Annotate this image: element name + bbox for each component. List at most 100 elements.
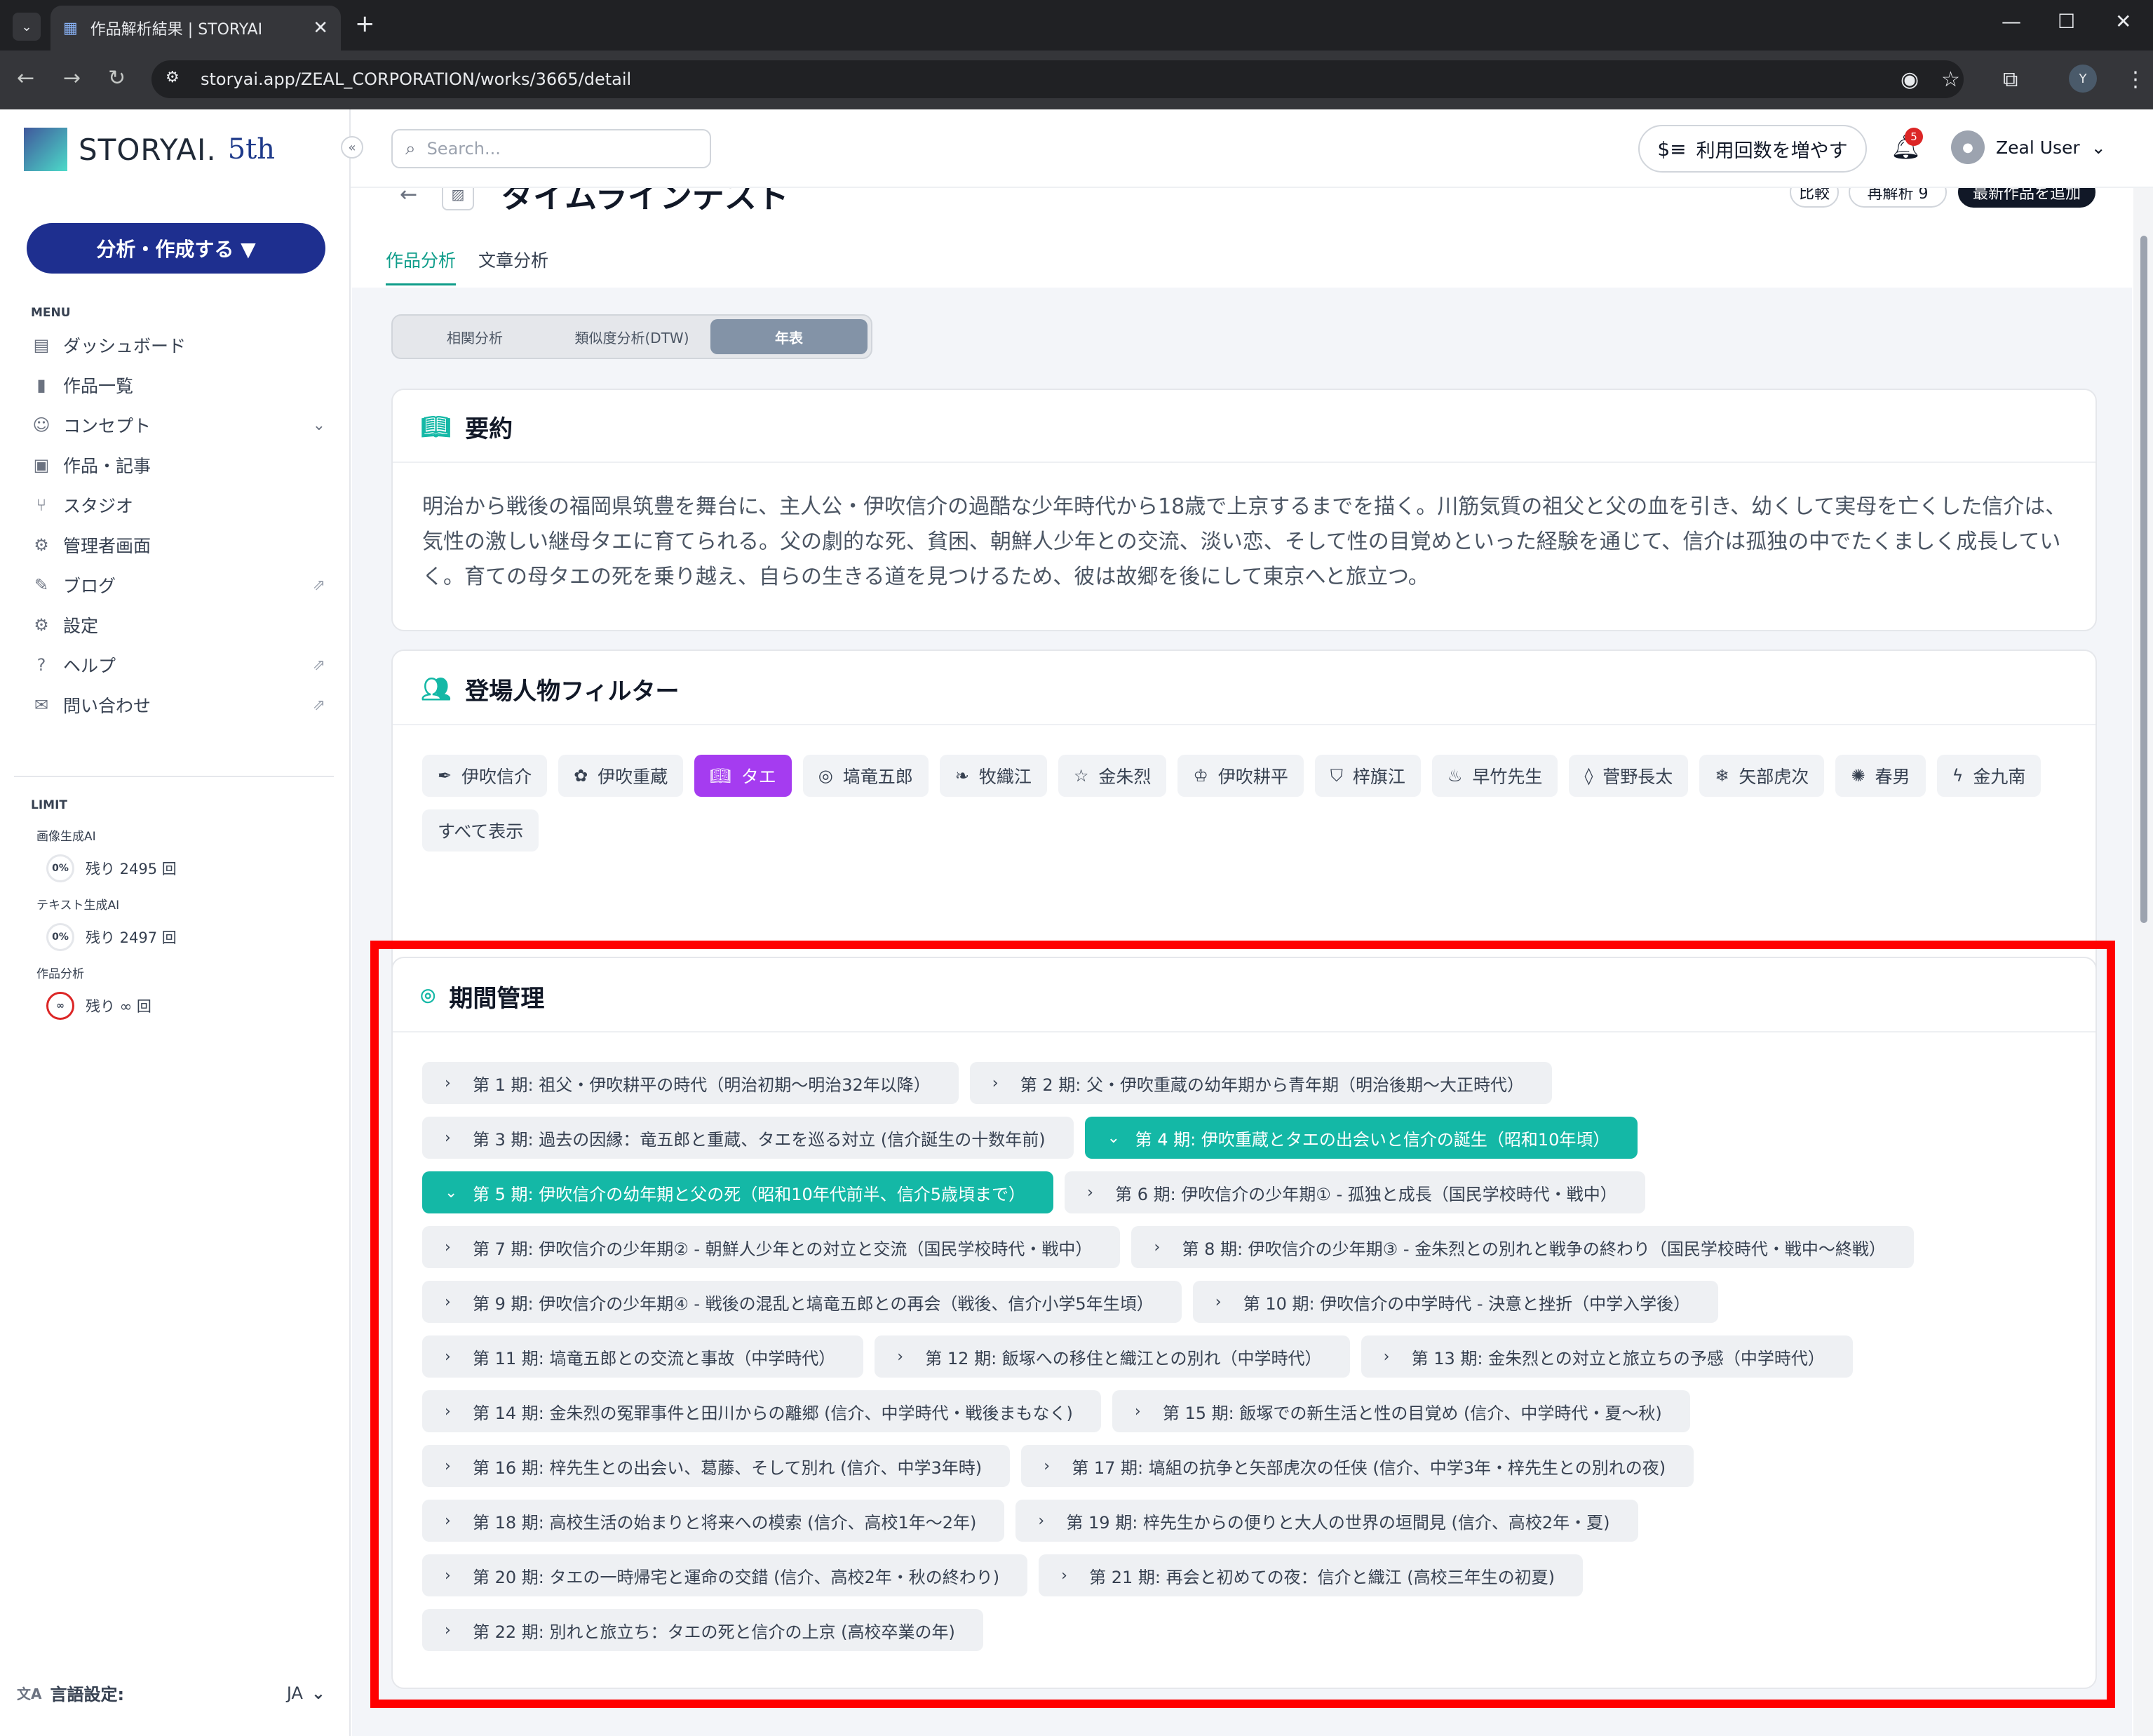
shield-icon: ⛉: [1330, 766, 1343, 786]
character-chip[interactable]: ❄ 矢部虎次: [1699, 755, 1825, 797]
limit-image-ai: 0% 残り 2495 回: [46, 854, 177, 882]
sidebar-item-help[interactable]: ? ヘルプ ⇗: [31, 650, 325, 680]
back-icon[interactable]: ←: [17, 66, 34, 90]
sidebar-item-articles[interactable]: ▣ 作品・記事: [31, 450, 325, 480]
sidebar-item-dashboard[interactable]: ▤ ダッシュボード: [31, 330, 325, 361]
limit-percent-ring: ∞: [46, 992, 74, 1020]
search-input[interactable]: ⌕ Search...: [391, 129, 711, 168]
back-arrow-icon[interactable]: ←: [400, 188, 417, 207]
bookmark-star-icon[interactable]: ☆: [1941, 67, 1960, 92]
character-chip-label: 早竹先生: [1472, 767, 1543, 787]
new-tab-button[interactable]: +: [355, 10, 375, 38]
character-chip[interactable]: ♔ 伊吹耕平: [1177, 755, 1304, 797]
character-chip[interactable]: ♨ 早竹先生: [1431, 755, 1558, 797]
sidebar-item-label: 作品一覧: [63, 376, 134, 396]
summary-card: 📖︎ 要約 明治から戦後の福岡県筑豊を舞台に、主人公・伊吹信介の過酷な少年時代か…: [391, 389, 2097, 631]
segment-timeline[interactable]: 年表: [710, 319, 868, 354]
search-icon: ⌕: [405, 137, 416, 159]
analyze-create-button[interactable]: 分析・作成する ▼: [27, 223, 325, 274]
external-link-icon: ⇗: [312, 576, 325, 594]
app-header: ⌕ Search... $≡ 利用回数を増やす 🔔︎ 5 ● Zeal User …: [351, 109, 2153, 188]
logo-mark-icon: [24, 128, 67, 171]
chevron-down-icon[interactable]: ⌄: [313, 417, 325, 434]
forward-icon[interactable]: →: [63, 66, 81, 90]
close-window-icon[interactable]: ✕: [2115, 10, 2131, 33]
character-chip-label: 金九南: [1973, 767, 2026, 787]
profile-avatar[interactable]: Y: [2069, 65, 2097, 93]
reanalyze-button[interactable]: 再解析 9: [1849, 188, 1947, 208]
character-chip[interactable]: 📖︎ タエ: [694, 755, 792, 797]
feather-icon: ✒: [438, 766, 452, 786]
segment-dtw[interactable]: 類似度分析(DTW): [553, 319, 710, 354]
limit-title: 画像生成AI: [36, 830, 96, 844]
close-tab-icon[interactable]: ✕: [313, 18, 328, 39]
compare-button[interactable]: 比較: [1790, 188, 1839, 208]
character-chip[interactable]: ϟ 金九南: [1936, 755, 2041, 797]
url-bar[interactable]: ⚙ storyai.app/ZEAL_CORPORATION/works/366…: [151, 60, 1964, 98]
sidebar-collapse-button[interactable]: «: [341, 136, 363, 159]
book-open-icon: 📖︎: [421, 412, 452, 441]
flower-icon: ✿: [574, 766, 588, 786]
add-latest-work-button[interactable]: 最新作品を追加: [1958, 188, 2095, 208]
reload-icon[interactable]: ↻: [108, 66, 126, 90]
browser-tab[interactable]: ▦ 作品解析結果 | STORYAI ✕: [50, 6, 341, 51]
tab-text-analysis[interactable]: 文章分析: [478, 247, 548, 283]
app-logo[interactable]: STORYAI. 5th: [24, 128, 275, 171]
sidebar-item-contact[interactable]: ✉ 問い合わせ ⇗: [31, 689, 325, 720]
increase-usage-label: 利用回数を増やす: [1696, 140, 1848, 162]
sidebar-item-blog[interactable]: ✎ ブログ ⇗: [31, 570, 325, 600]
language-value: JA: [286, 1683, 303, 1703]
favicon-icon: ▦: [63, 19, 78, 37]
increase-usage-button[interactable]: $≡ 利用回数を増やす: [1638, 125, 1867, 173]
sidebar: STORYAI. 5th « 分析・作成する ▼ MENU ▤ ダッシュボード ▮…: [0, 109, 363, 1736]
summary-text: 明治から戦後の福岡県筑豊を舞台に、主人公・伊吹信介の過酷な少年時代から18歳で上…: [422, 494, 2067, 589]
site-info-icon[interactable]: ⚙: [166, 69, 180, 86]
address-bar-row: ← → ↻ ⚙ storyai.app/ZEAL_CORPORATION/wor…: [0, 51, 2153, 109]
notification-bell-icon[interactable]: 🔔︎ 5: [1891, 128, 1923, 161]
limit-remaining: 残り ∞ 回: [86, 998, 151, 1015]
character-chip[interactable]: ⛉ 梓旗江: [1314, 755, 1421, 797]
segment-correlation[interactable]: 相関分析: [396, 319, 553, 354]
flame-icon: ♨: [1447, 766, 1463, 786]
character-chip[interactable]: ✿ 伊吹重蔵: [558, 755, 684, 797]
dashboard-icon: ▤: [33, 335, 50, 355]
scrollbar-thumb[interactable]: [2140, 236, 2147, 923]
minimize-icon[interactable]: —: [2002, 10, 2021, 33]
sidebar-item-label: ブログ: [63, 576, 116, 596]
character-chip-label: 金朱烈: [1098, 767, 1152, 787]
tab-title: 作品解析結果 | STORYAI: [90, 21, 263, 39]
book-icon: 📖︎: [710, 766, 731, 786]
user-menu[interactable]: ● Zeal User ⌄: [1951, 130, 2106, 164]
limit-remaining: 残り 2497 回: [86, 929, 177, 946]
sidebar-item-concept[interactable]: ☺ コンセプト ⌄: [31, 410, 325, 440]
image-icon: ▨: [442, 188, 474, 210]
language-selector[interactable]: 文A 言語設定: JA ⌄: [17, 1681, 325, 1705]
sidebar-item-label: ダッシュボード: [63, 336, 187, 356]
eye-icon[interactable]: ◉: [1901, 67, 1919, 92]
document-icon: ▮: [36, 375, 46, 395]
limit-remaining: 残り 2495 回: [86, 861, 177, 877]
character-chip[interactable]: ◎ 塙竜五郎: [802, 755, 929, 797]
branch-icon: ⑂: [36, 495, 47, 515]
character-chip[interactable]: ◊ 菅野長太: [1569, 755, 1689, 797]
sidebar-item-works[interactable]: ▮ 作品一覧: [31, 370, 325, 401]
sidebar-item-settings[interactable]: ⚙ 設定: [31, 610, 325, 640]
sidebar-item-studio[interactable]: ⑂ スタジオ: [31, 490, 325, 520]
sidebar-item-admin[interactable]: ⚙ 管理者画面: [31, 530, 325, 560]
character-chip[interactable]: ✺ 春男: [1835, 755, 1926, 797]
show-all-button[interactable]: すべて表示: [422, 809, 539, 852]
tab-work-analysis[interactable]: 作品分析: [386, 247, 457, 285]
logo-anniversary-badge: 5th: [227, 133, 276, 166]
character-chip[interactable]: ✒ 伊吹信介: [422, 755, 548, 797]
browser-menu-icon[interactable]: ⋮: [2125, 67, 2146, 92]
drop-icon: ◊: [1584, 766, 1593, 786]
character-chip[interactable]: ❧ 牧織江: [939, 755, 1047, 797]
character-chip[interactable]: ☆ 金朱烈: [1058, 755, 1167, 797]
limit-percent-ring: 0%: [46, 923, 74, 951]
help-icon: ?: [36, 655, 46, 675]
gear-icon: ⚙: [34, 615, 49, 635]
tab-search-button[interactable]: ⌄: [13, 13, 41, 41]
maximize-icon[interactable]: ☐: [2058, 10, 2075, 33]
character-chip-label: 伊吹重蔵: [598, 767, 668, 787]
extensions-icon[interactable]: ⧉: [2003, 67, 2018, 92]
